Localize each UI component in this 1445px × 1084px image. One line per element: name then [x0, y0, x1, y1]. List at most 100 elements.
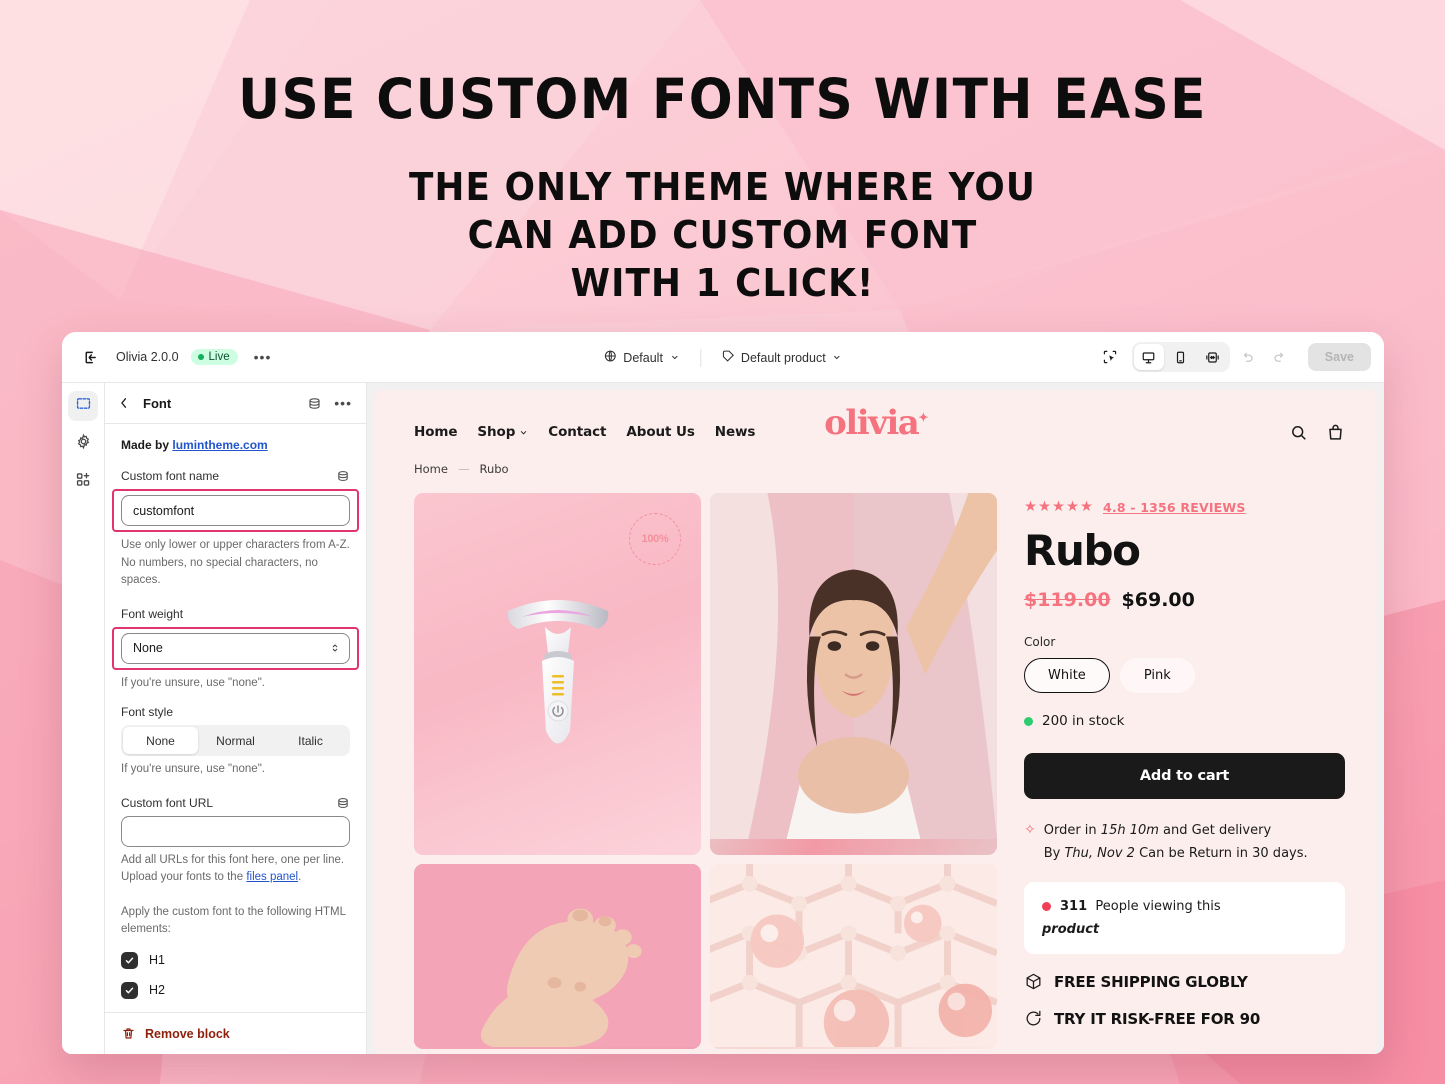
save-button[interactable]: Save [1307, 343, 1371, 371]
font-style-option-normal[interactable]: Normal [198, 727, 273, 754]
topbar-center-group: Default Default product [595, 332, 850, 383]
star-rating-icon: ★★★★★ [1024, 499, 1094, 515]
nav-link-shop[interactable]: Shop [477, 424, 528, 440]
panel-more-menu[interactable]: ••• [330, 395, 356, 411]
stock-label: 200 in stock [1042, 713, 1125, 730]
panel-footer: Remove block [105, 1012, 366, 1054]
promo-headline: USE CUSTOM FONTS WITH EASE [238, 67, 1207, 131]
add-to-cart-button[interactable]: Add to cart [1024, 753, 1345, 800]
search-icon[interactable] [1289, 423, 1308, 442]
checkbox-h1[interactable] [121, 951, 138, 969]
delivery-countdown: 15h 10m [1100, 823, 1159, 839]
checkbox-h2[interactable] [121, 981, 138, 999]
font-style-option-none[interactable]: None [123, 727, 198, 754]
viewing-dot-icon [1042, 902, 1051, 912]
dynamic-source-icon[interactable] [307, 396, 322, 411]
theme-editor-window: Olivia 2.0.0 Live ••• Default Default pr… [62, 332, 1384, 1054]
molecule-texture-image[interactable] [710, 864, 997, 1049]
remove-block-button[interactable]: Remove block [145, 1027, 230, 1041]
delivery-date: Thu, Nov 2 [1064, 846, 1135, 862]
nav-link-news[interactable]: News [715, 424, 756, 440]
topbar-more-menu[interactable]: ••• [250, 349, 276, 365]
guarantee-stamp-icon: 100% [629, 513, 681, 565]
trash-icon[interactable] [121, 1026, 136, 1041]
chevron-down-icon [671, 355, 678, 360]
panel-scroll-area[interactable]: Made by lumintheme.com Custom font name … [105, 424, 366, 1012]
sparkle-icon: ✧ [1024, 822, 1036, 839]
font-style-option-italic[interactable]: Italic [273, 727, 348, 754]
product-hero-image[interactable]: 100% [414, 493, 701, 855]
breadcrumb-home[interactable]: Home [414, 462, 448, 476]
custom-font-url-helper-line2-post: . [298, 871, 302, 883]
panel-title: Font [143, 395, 172, 411]
reviews-link[interactable]: 4.8 - 1356 REVIEWS [1103, 500, 1246, 515]
checkbox-row-h2[interactable]: H2 [121, 981, 350, 999]
settings-gear-icon [75, 433, 92, 455]
font-weight-select[interactable]: None [121, 632, 350, 664]
model-lifestyle-image[interactable] [710, 493, 997, 855]
breadcrumb: Home — Rubo [374, 452, 1377, 476]
locale-selector[interactable]: Default [595, 344, 688, 371]
custom-font-name-label: Custom font name [121, 469, 220, 483]
custom-font-url-helper: Add all URLs for this font here, one per… [121, 852, 350, 887]
panel-header: Font ••• [105, 383, 366, 424]
fullwidth-icon[interactable] [1198, 344, 1228, 370]
custom-font-url-input[interactable] [121, 815, 350, 847]
custom-font-name-input[interactable] [121, 495, 350, 526]
storefront-preview[interactable]: Home Shop Contact About Us News olivia✦ [374, 390, 1377, 1054]
status-badge: Live [190, 349, 238, 365]
made-by-link[interactable]: lumintheme.com [172, 438, 267, 452]
shopping-bag-icon[interactable] [1326, 423, 1345, 442]
dynamic-source-icon[interactable] [336, 796, 350, 810]
font-style-label: Font style [121, 705, 174, 719]
topbar-divider [699, 348, 701, 367]
undo-icon[interactable] [1234, 343, 1262, 371]
globe-icon [603, 349, 617, 366]
nav-link-contact[interactable]: Contact [548, 424, 606, 440]
delivery-by-pre: By [1043, 846, 1065, 862]
nav-link-about-us[interactable]: About Us [626, 424, 694, 440]
feet-closeup-image[interactable] [414, 864, 701, 1049]
mobile-icon[interactable] [1166, 344, 1196, 370]
exit-icon[interactable] [76, 343, 104, 371]
perk-risk-free: TRY IT RISK-FREE FOR 90 [1024, 1009, 1345, 1028]
font-weight-label: Font weight [121, 606, 184, 621]
custom-font-name-highlight [112, 489, 359, 532]
promo-sub-line-2: CAN ADD CUSTOM FONT [467, 213, 978, 257]
sidebar-item-theme-settings[interactable] [68, 429, 98, 459]
color-swatch-pink[interactable]: Pink [1119, 658, 1195, 694]
made-by-credit: Made by lumintheme.com [121, 438, 350, 452]
inspector-icon[interactable] [1096, 343, 1124, 371]
delivery-pre: Order in [1043, 823, 1101, 839]
custom-font-url-helper-line2-pre: Upload your fonts to the [121, 871, 247, 883]
topbar-left-group: Olivia 2.0.0 Live ••• [76, 343, 275, 371]
locale-label: Default [623, 350, 663, 365]
nav-link-home[interactable]: Home [414, 424, 458, 440]
promo-sub-line-1: THE ONLY THEME WHERE YOU [409, 165, 1036, 209]
desktop-icon[interactable] [1133, 344, 1164, 370]
device-toggle-group [1131, 342, 1230, 372]
sidebar-item-sections[interactable] [68, 391, 98, 421]
viewing-now-card: 311 People viewing this product [1024, 882, 1345, 955]
sidebar-item-apps[interactable] [68, 467, 98, 497]
checkbox-row-h1[interactable]: H1 [121, 951, 350, 969]
chevron-left-icon[interactable] [113, 392, 135, 414]
sections-icon [75, 395, 92, 417]
status-badge-label: Live [208, 351, 230, 363]
dynamic-source-icon[interactable] [336, 469, 350, 483]
redo-icon[interactable] [1266, 343, 1294, 371]
delivery-mid: and Get delivery [1158, 823, 1272, 839]
color-option-label: Color [1024, 635, 1056, 650]
viewing-emphasis: product [1042, 922, 1100, 938]
template-selector[interactable]: Default product [713, 344, 851, 371]
delivery-post: Can be Return in 30 days. [1134, 846, 1308, 862]
store-logo[interactable]: olivia✦ [824, 406, 928, 440]
files-panel-link[interactable]: files panel [246, 871, 298, 883]
color-swatch-white[interactable]: White [1024, 658, 1110, 694]
breadcrumb-separator: — [457, 462, 470, 476]
product-info: ★★★★★ 4.8 - 1356 REVIEWS Rubo $119.00 $6… [1024, 493, 1345, 1049]
stock-status: 200 in stock [1024, 713, 1345, 729]
price-current: $69.00 [1121, 589, 1195, 612]
checkbox-h2-label: H2 [149, 983, 165, 997]
apply-elements-label: Apply the custom font to the following H… [121, 905, 346, 936]
